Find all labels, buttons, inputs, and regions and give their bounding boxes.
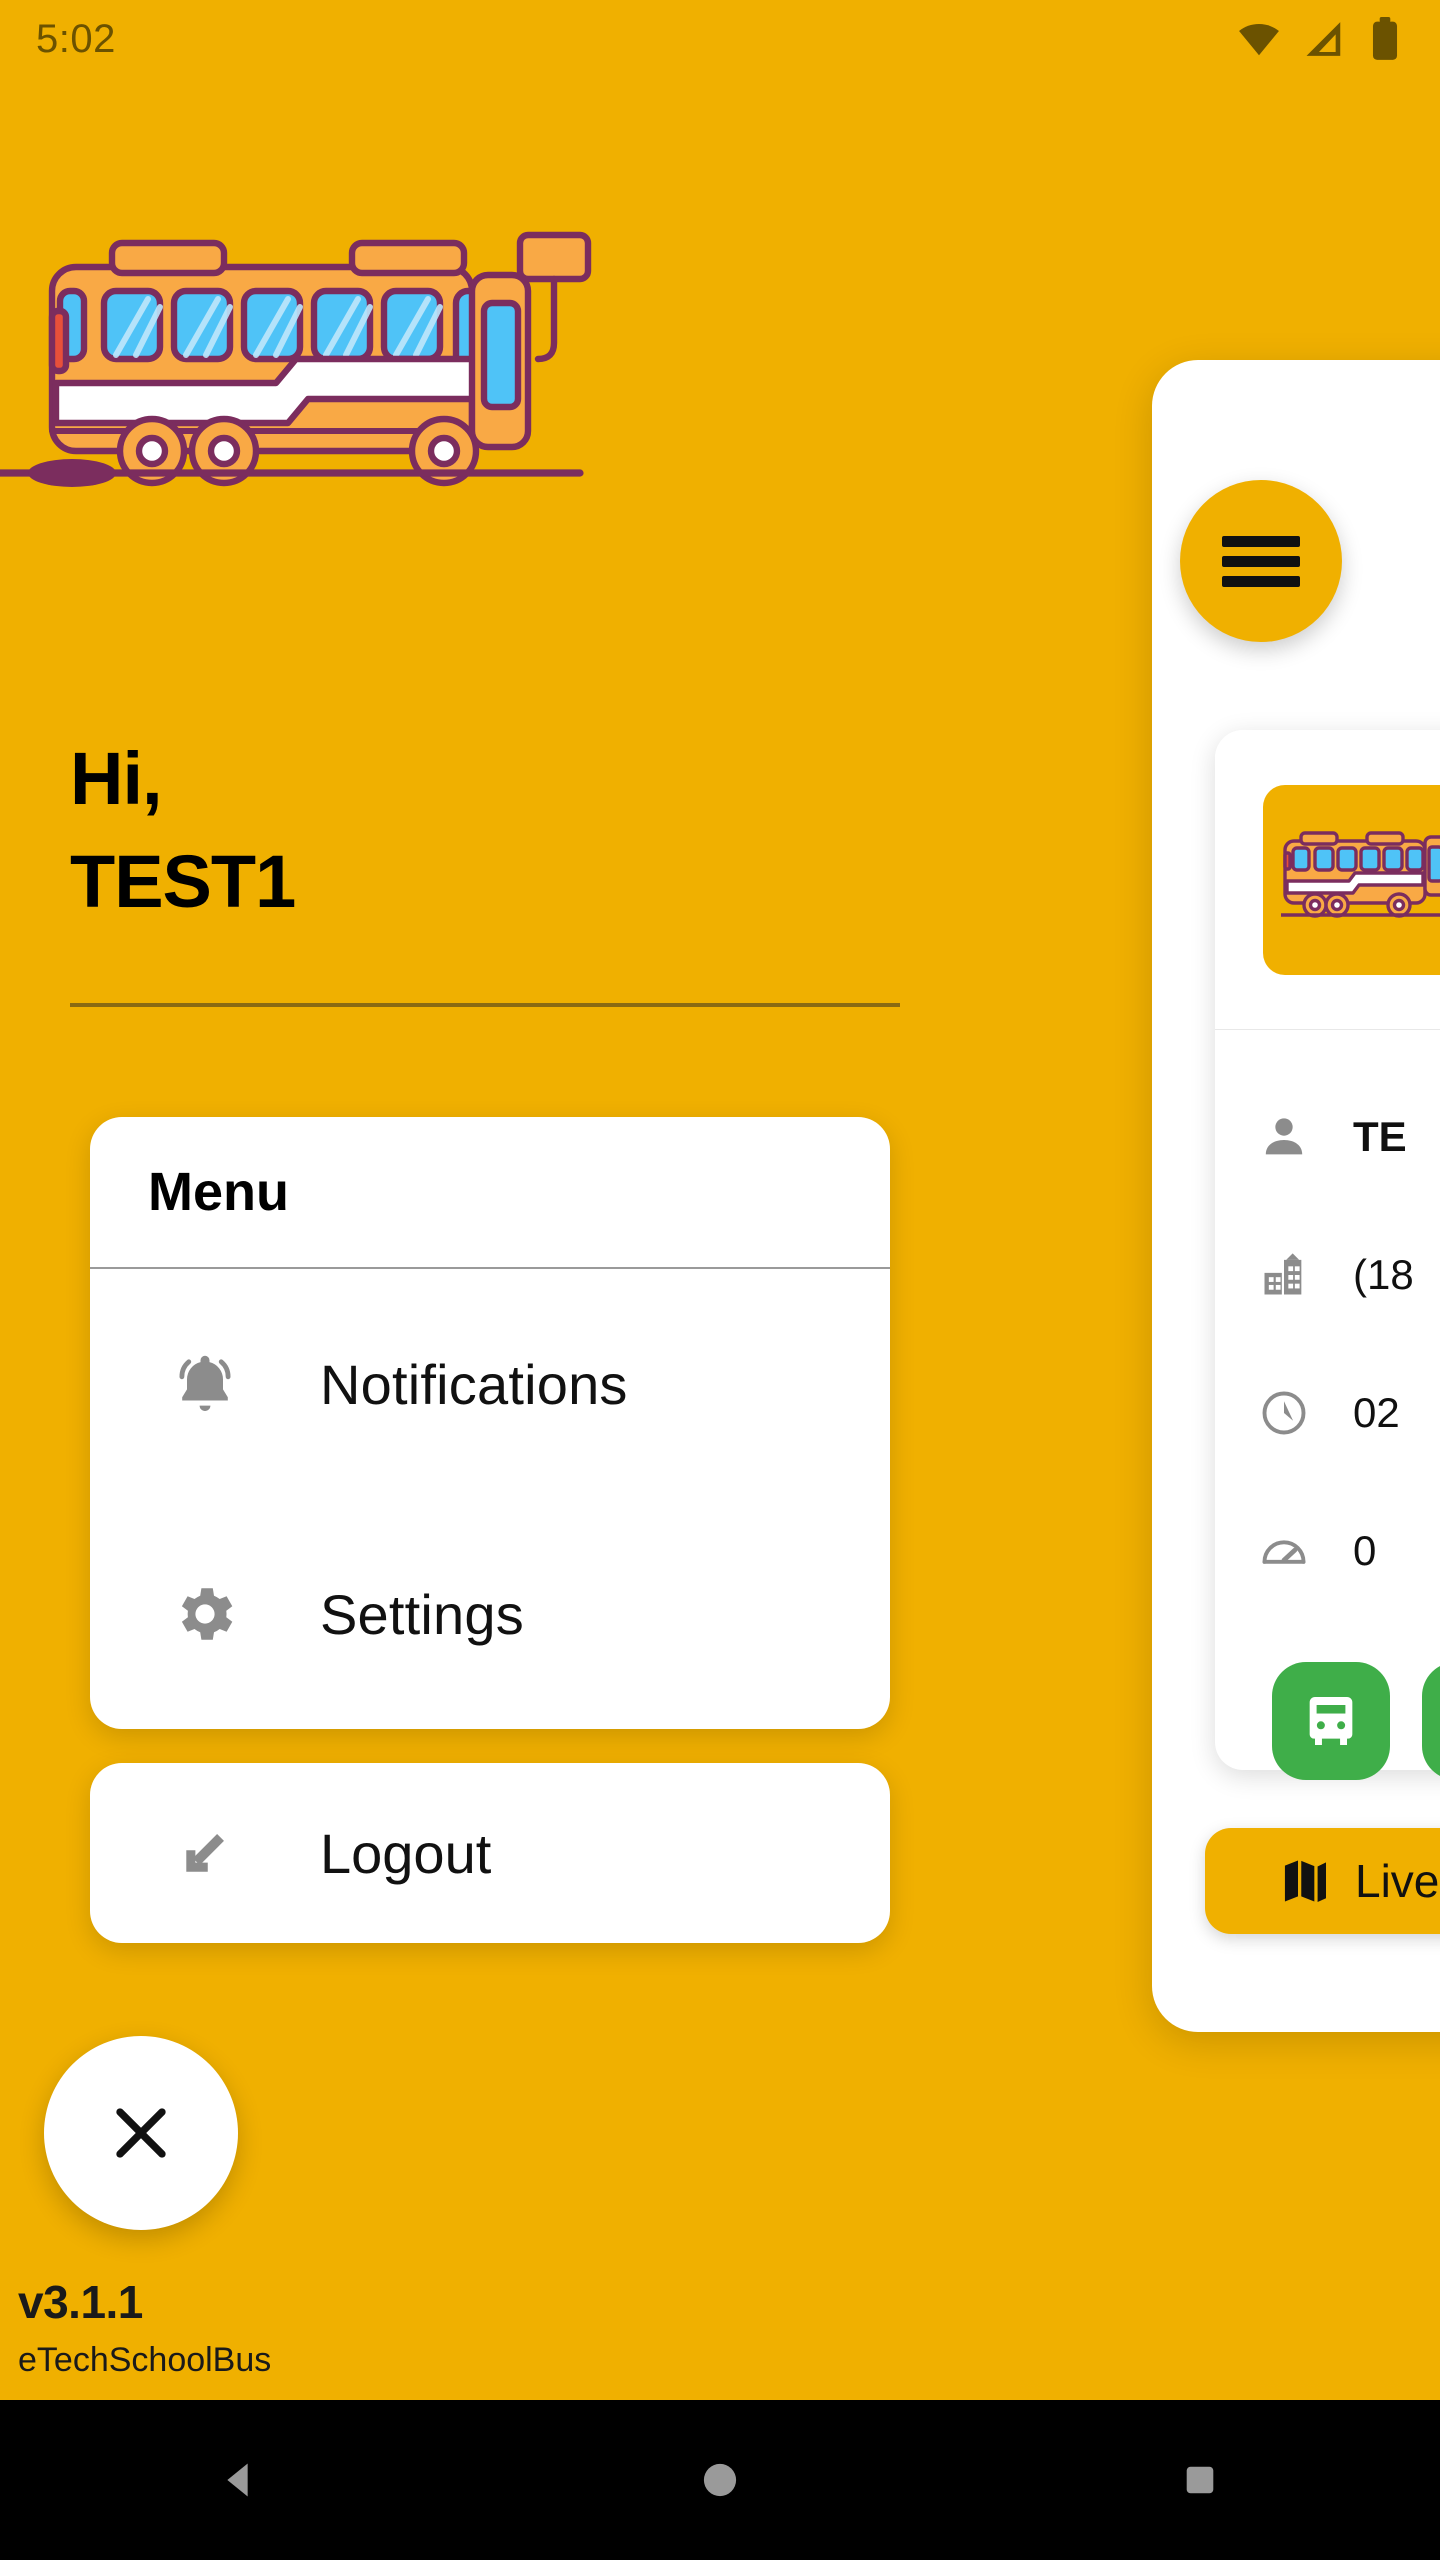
menu-item-settings[interactable]: Settings (90, 1499, 890, 1729)
cellular-signal-icon (1306, 22, 1341, 56)
app-name: eTechSchoolBus (18, 2341, 272, 2379)
square-icon (1186, 2466, 1214, 2494)
status-bar: 5:02 (0, 0, 1440, 78)
status-icons (1236, 16, 1406, 62)
speedometer-icon (1255, 1525, 1313, 1577)
row-school: (18 (1255, 1206, 1440, 1344)
wifi-icon (1239, 24, 1279, 56)
bus-info-card[interactable]: TE (18 02 0 (1215, 730, 1440, 1770)
hamburger-icon (1222, 527, 1300, 596)
greeting: Hi, TEST1 (70, 735, 296, 926)
building-icon (1255, 1249, 1313, 1301)
menu-card: Menu Notifications Settings (90, 1117, 890, 1729)
row-time: 02 (1255, 1344, 1440, 1482)
recents-button[interactable] (1100, 2400, 1300, 2560)
row-time-value: 02 (1353, 1389, 1400, 1436)
row-driver-value: TE (1353, 1113, 1407, 1160)
map-icon (1284, 1860, 1326, 1902)
triangle-left-icon (227, 2463, 248, 2497)
logout-button[interactable]: Logout (90, 1763, 890, 1943)
menu-item-label: Notifications (320, 1352, 628, 1416)
greeting-line-1: Hi, (70, 737, 163, 820)
menu-title: Menu (90, 1117, 890, 1269)
back-button[interactable] (140, 2400, 340, 2560)
row-driver: TE (1255, 1068, 1440, 1206)
bus-card-header (1215, 730, 1440, 1030)
menu-fab-button[interactable] (1180, 480, 1342, 642)
logout-label: Logout (320, 1821, 492, 1885)
school-bus-illustration (0, 231, 592, 487)
greeting-divider (70, 1003, 900, 1007)
bus-hero-illustration (0, 215, 660, 505)
android-nav-bar (0, 2400, 1440, 2560)
row-speed-value: 0 (1353, 1527, 1377, 1574)
row-speed: 0 (1255, 1482, 1440, 1620)
school-bus-illustration (1281, 830, 1440, 918)
circle-icon (703, 2463, 737, 2497)
bus-front-icon (1309, 1697, 1353, 1745)
clock-icon (1255, 1387, 1313, 1439)
row-school-value: (18 (1353, 1251, 1414, 1298)
menu-item-label: Settings (320, 1582, 524, 1646)
live-track-label: Live (1355, 1855, 1440, 1907)
close-drawer-button[interactable] (44, 2036, 238, 2230)
app-version: v3.1.1 (18, 2276, 143, 2328)
live-track-button[interactable]: Live (1205, 1828, 1440, 1934)
bus-card-rows: TE (18 02 0 (1215, 1030, 1440, 1620)
app-version-block: v3.1.1 eTechSchoolBus (18, 2275, 271, 2380)
status-time: 5:02 (36, 16, 116, 61)
bus-track-button[interactable] (1272, 1662, 1390, 1780)
menu-item-notifications[interactable]: Notifications (90, 1269, 890, 1499)
close-icon (116, 2108, 166, 2158)
battery-icon (1372, 17, 1398, 60)
person-icon (1255, 1111, 1313, 1163)
greeting-line-2: TEST1 (70, 840, 296, 924)
gear-icon (90, 1578, 320, 1650)
bus-thumbnail (1263, 784, 1440, 975)
home-button[interactable] (620, 2400, 820, 2560)
bell-icon (90, 1348, 320, 1420)
arrow-down-left-icon (90, 1820, 320, 1886)
